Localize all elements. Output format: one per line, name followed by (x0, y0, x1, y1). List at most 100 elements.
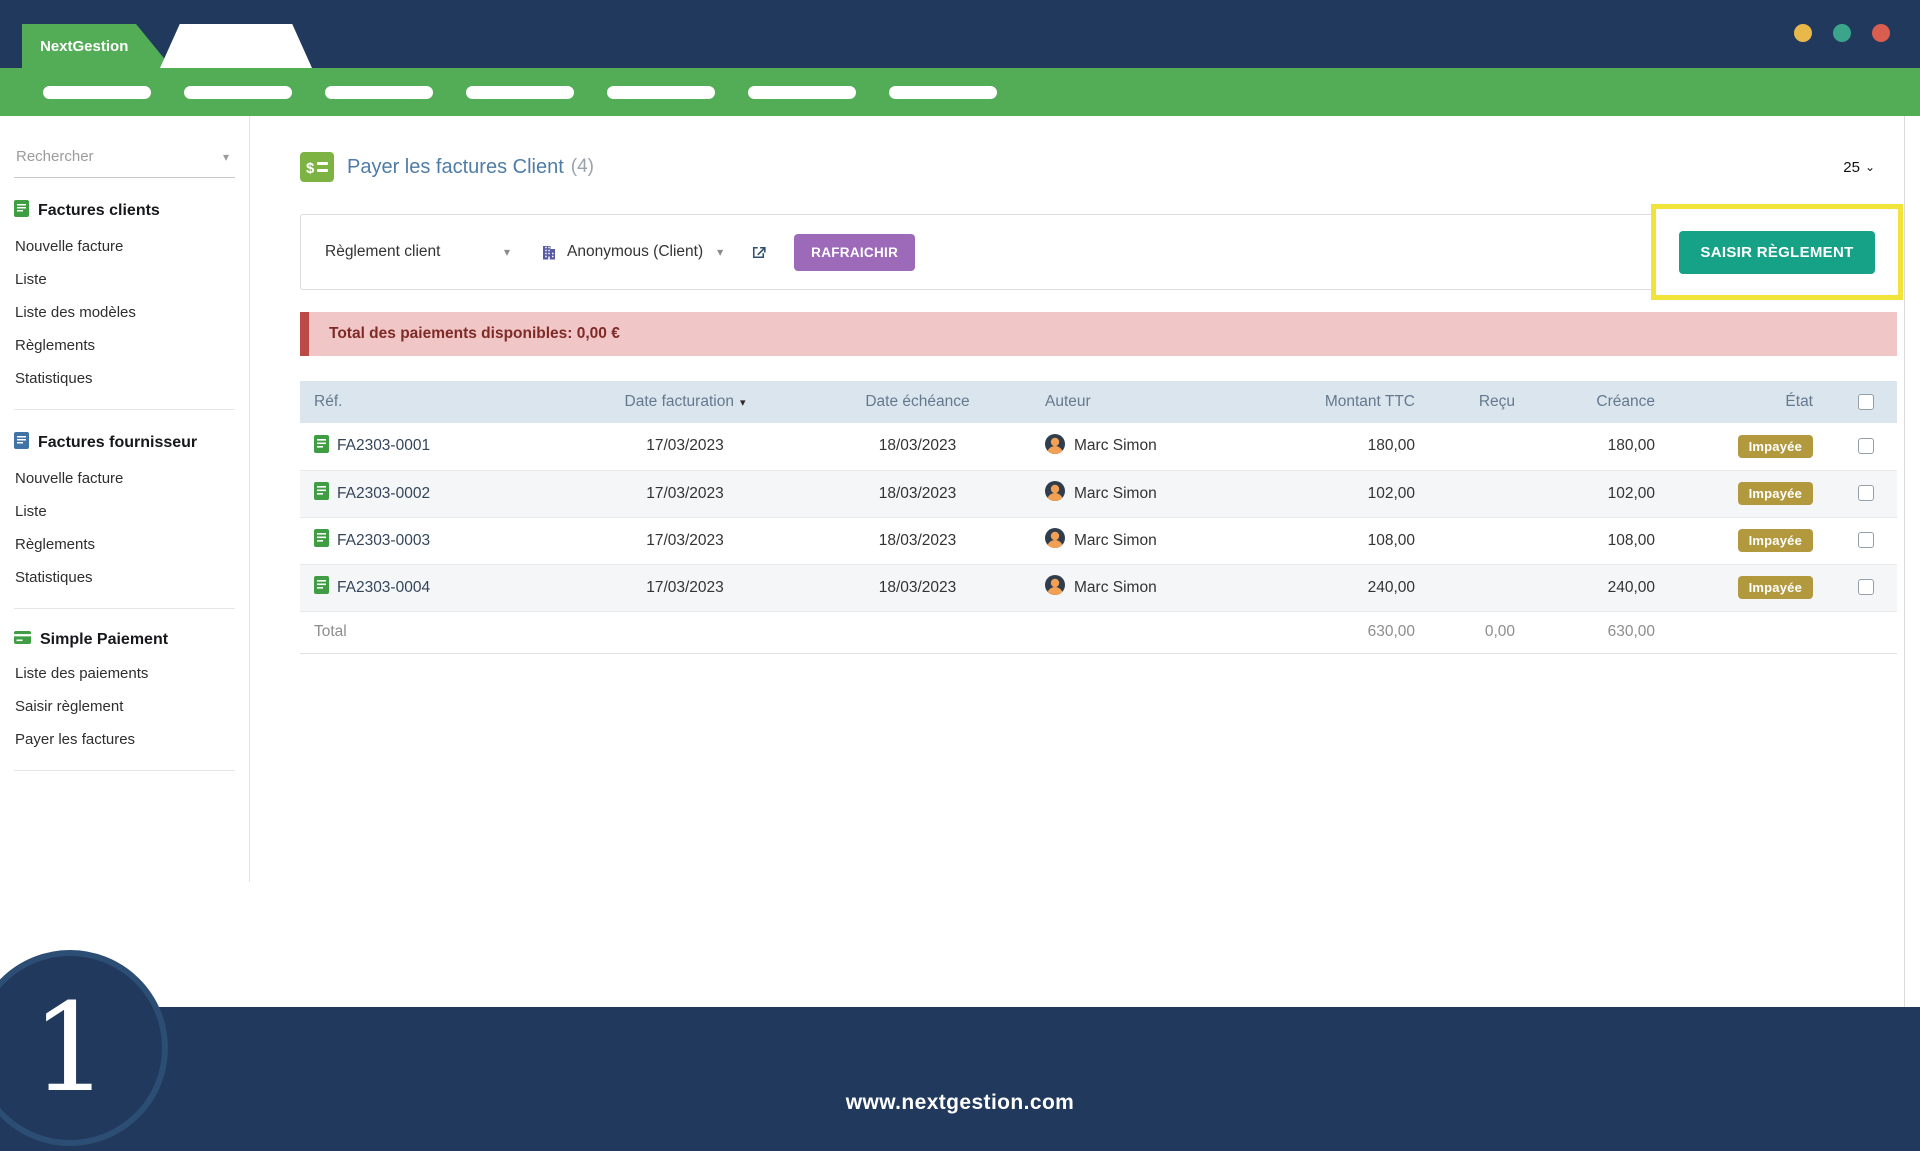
sidebar-item-saisir-reglement[interactable]: Saisir règlement (14, 690, 235, 723)
status-badge: Impayée (1738, 529, 1813, 552)
header-auteur[interactable]: Auteur (1035, 381, 1260, 423)
payment-money-icon: $ (300, 152, 334, 182)
header-date-echeance[interactable]: Date échéance (800, 381, 1035, 423)
date-echeance-cell: 18/03/2023 (800, 564, 1035, 611)
sidebar-item-liste-des-paiements[interactable]: Liste des paiements (14, 657, 235, 690)
sidebar-item-reglements-fournisseur[interactable]: Règlements (14, 528, 235, 561)
table-total-row: Total 630,00 0,00 630,00 (300, 611, 1897, 653)
total-creance: 630,00 (1525, 611, 1665, 653)
creance-cell: 108,00 (1525, 517, 1665, 564)
total-montant: 630,00 (1260, 611, 1425, 653)
brand-name: NextGestion (40, 38, 128, 55)
payment-type-select[interactable]: Règlement client ▾ (325, 243, 510, 261)
sidebar-item-liste[interactable]: Liste (14, 263, 235, 296)
nav-pill[interactable] (466, 86, 574, 99)
nav-pill[interactable] (184, 86, 292, 99)
sidebar-item-liste-fournisseur[interactable]: Liste (14, 495, 235, 528)
sidebar-item-liste-des-modeles[interactable]: Liste des modèles (14, 296, 235, 329)
nav-pill[interactable] (889, 86, 997, 99)
select-all-checkbox[interactable] (1858, 394, 1874, 410)
avatar (1045, 528, 1065, 553)
author-name: Marc Simon (1074, 532, 1157, 550)
header-montant-ttc[interactable]: Montant TTC (1260, 381, 1425, 423)
sidebar-section-factures-fournisseur: Factures fournisseur Nouvelle facture Li… (14, 410, 235, 609)
table-row: FA2303-0003 17/03/2023 18/03/2023 Marc S… (300, 517, 1897, 564)
nav-pill[interactable] (43, 86, 151, 99)
sidebar-item-nouvelle-facture-fournisseur[interactable]: Nouvelle facture (14, 462, 235, 495)
status-badge: Impayée (1738, 435, 1813, 458)
footer-url: www.nextgestion.com (846, 1091, 1075, 1115)
avatar (1045, 434, 1065, 459)
table-row: FA2303-0004 17/03/2023 18/03/2023 Marc S… (300, 564, 1897, 611)
table-header-row: Réf. Date facturation▾ Date échéance Aut… (300, 381, 1897, 423)
header-recu[interactable]: Reçu (1425, 381, 1525, 423)
footer-banner: www.nextgestion.com (0, 1007, 1920, 1151)
window-close-dot[interactable] (1872, 24, 1890, 42)
creance-cell: 180,00 (1525, 423, 1665, 470)
header-creance[interactable]: Créance (1525, 381, 1665, 423)
row-checkbox[interactable] (1858, 438, 1874, 454)
external-link-icon[interactable] (749, 243, 768, 262)
row-checkbox[interactable] (1858, 579, 1874, 595)
sidebar-section-title: Factures clients (14, 200, 235, 222)
client-select[interactable]: Anonymous (Client) ▾ (540, 243, 723, 261)
row-checkbox[interactable] (1858, 532, 1874, 548)
page-size-select[interactable]: 25 ⌄ (1843, 159, 1875, 176)
row-checkbox[interactable] (1858, 485, 1874, 501)
app-header: NextGestion (0, 0, 1920, 68)
invoice-icon (314, 576, 329, 599)
window-minimize-dot[interactable] (1794, 24, 1812, 42)
date-echeance-cell: 18/03/2023 (800, 423, 1035, 470)
sidebar-section-simple-paiement: Simple Paiement Liste des paiements Sais… (14, 609, 235, 771)
sidebar-item-reglements[interactable]: Règlements (14, 329, 235, 362)
total-payments-alert: Total des paiements disponibles: 0,00 € (300, 312, 1897, 356)
building-icon (540, 243, 558, 261)
invoice-ref[interactable]: FA2303-0003 (337, 532, 430, 550)
main-content: $ Payer les factures Client (4) 25 ⌄ Règ… (300, 116, 1897, 654)
montant-cell: 108,00 (1260, 517, 1425, 564)
author-name: Marc Simon (1074, 437, 1157, 455)
author-name: Marc Simon (1074, 579, 1157, 597)
sidebar-item-payer-les-factures[interactable]: Payer les factures (14, 723, 235, 756)
header-date-facturation[interactable]: Date facturation▾ (570, 381, 800, 423)
sidebar-item-nouvelle-facture[interactable]: Nouvelle facture (14, 230, 235, 263)
avatar (1045, 481, 1065, 506)
header-ref[interactable]: Réf. (300, 381, 570, 423)
sidebar-item-statistiques-fournisseur[interactable]: Statistiques (14, 561, 235, 594)
date-facturation-cell: 17/03/2023 (570, 517, 800, 564)
invoice-icon (314, 435, 329, 458)
chevron-down-icon: ▾ (717, 245, 723, 259)
chevron-down-icon: ▾ (504, 245, 510, 259)
svg-text:$: $ (306, 160, 315, 177)
refresh-button[interactable]: RAFRAICHIR (794, 234, 915, 271)
window-maximize-dot[interactable] (1833, 24, 1851, 42)
sidebar-item-statistiques[interactable]: Statistiques (14, 362, 235, 395)
nav-pill[interactable] (607, 86, 715, 99)
invoice-blue-icon (14, 432, 29, 454)
nav-pill[interactable] (748, 86, 856, 99)
main-menu-bar (0, 68, 1920, 116)
invoice-ref[interactable]: FA2303-0004 (337, 579, 430, 597)
payment-card-icon (14, 631, 31, 649)
highlight-box: SAISIR RÈGLEMENT (1651, 204, 1903, 300)
window-controls (1794, 24, 1890, 42)
table-row: FA2303-0001 17/03/2023 18/03/2023 Marc S… (300, 423, 1897, 470)
montant-cell: 240,00 (1260, 564, 1425, 611)
sidebar-section-title: Factures fournisseur (14, 432, 235, 454)
date-facturation-cell: 17/03/2023 (570, 564, 800, 611)
saisir-reglement-button[interactable]: SAISIR RÈGLEMENT (1679, 231, 1874, 274)
search-input[interactable]: Rechercher ▾ (14, 142, 235, 178)
result-count: (4) (571, 156, 594, 178)
invoice-green-icon (14, 200, 29, 222)
brand-tab: NextGestion (22, 24, 172, 68)
invoice-ref[interactable]: FA2303-0001 (337, 437, 430, 455)
nav-pill[interactable] (325, 86, 433, 99)
date-facturation-cell: 17/03/2023 (570, 423, 800, 470)
status-badge: Impayée (1738, 482, 1813, 505)
invoice-icon (314, 482, 329, 505)
date-echeance-cell: 18/03/2023 (800, 470, 1035, 517)
chevron-down-icon: ⌄ (1865, 160, 1875, 174)
header-etat[interactable]: État (1665, 381, 1835, 423)
toolbar: Règlement client ▾ Anonymous (Client) ▾ … (300, 214, 1897, 290)
invoice-ref[interactable]: FA2303-0002 (337, 485, 430, 503)
